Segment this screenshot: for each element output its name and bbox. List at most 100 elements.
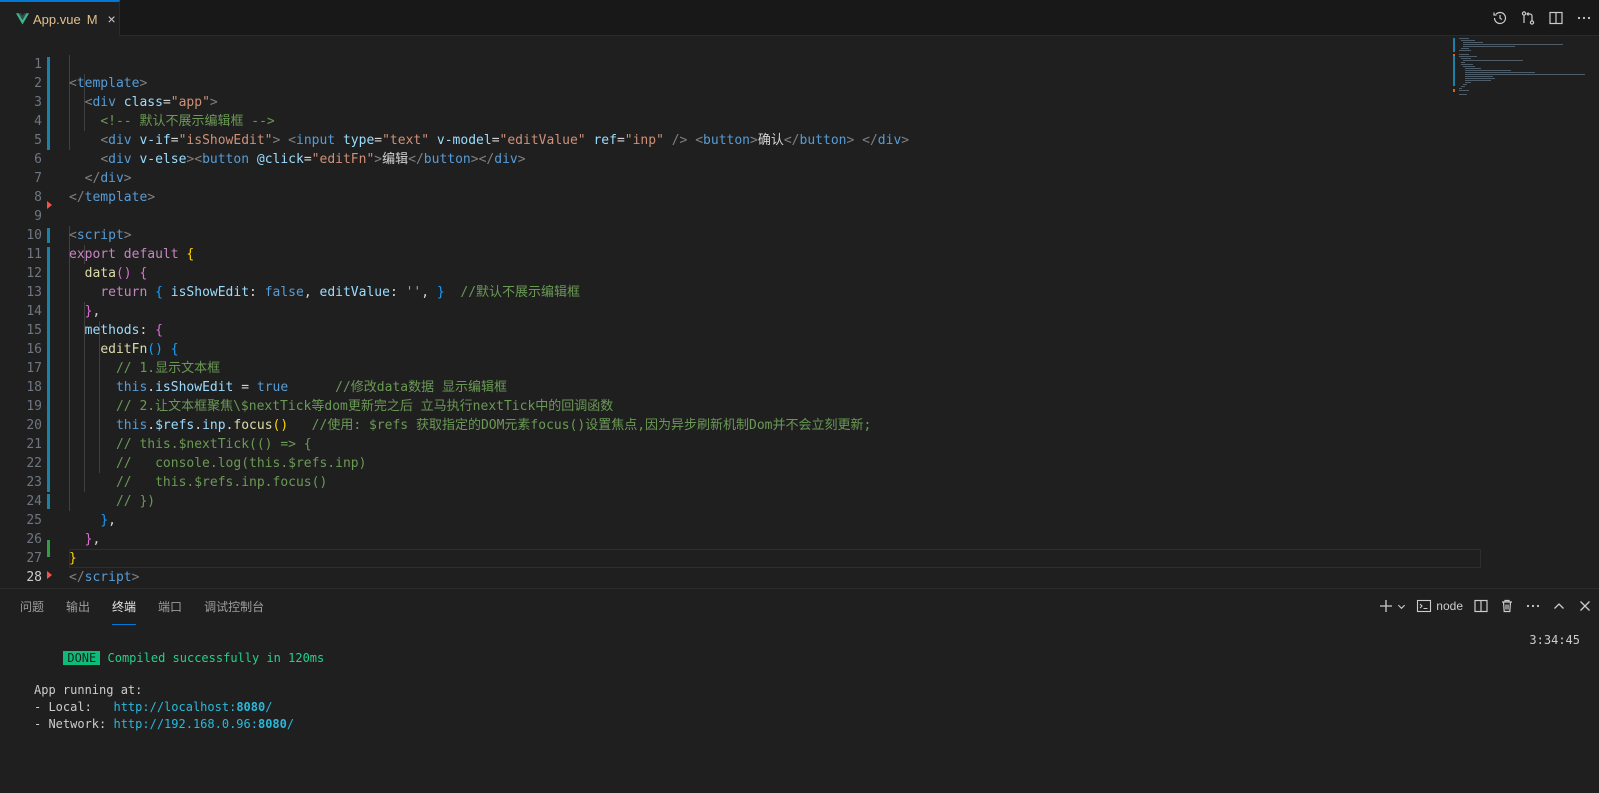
tab-terminal[interactable]: 终端	[112, 589, 137, 625]
minimap-line	[1463, 44, 1563, 45]
more-actions-icon[interactable]	[1525, 598, 1541, 614]
url-prefix: http://192.168.0.96:	[113, 717, 258, 731]
code-line: 11 data() {	[0, 226, 1480, 281]
minimap-line	[1463, 84, 1467, 85]
minimap-line	[1459, 88, 1462, 89]
vue-file-icon	[16, 13, 29, 25]
code-line: 25 },	[0, 492, 1480, 547]
tab-close-button[interactable]: ×	[108, 11, 116, 27]
maximize-panel-chevron-up-icon[interactable]	[1551, 598, 1567, 614]
minimap-line	[1459, 94, 1467, 95]
tab-problems[interactable]: 问题	[20, 589, 44, 625]
code-line: 7 </template>	[0, 150, 1480, 205]
terminal-line: DONE Compiled successfully in 120ms	[20, 631, 324, 665]
minimap-line	[1459, 56, 1477, 57]
split-terminal-icon[interactable]	[1473, 598, 1489, 614]
code-line: 29 <style>	[0, 568, 1480, 587]
minimap-line	[1461, 58, 1471, 59]
code-line: 5 <div v-else><button @click="editFn">编辑…	[0, 112, 1480, 167]
minimap-change-marker	[1453, 38, 1455, 52]
code-line: 3 <!-- 默认不展示编辑框 -->	[0, 74, 1480, 129]
open-changes-icon[interactable]	[1519, 9, 1537, 27]
url-port: 8080	[236, 700, 266, 714]
new-terminal-plus-icon[interactable]	[1378, 598, 1394, 614]
minimap-line	[1463, 42, 1483, 43]
code-line: 12 return { isShowEdit: false, editValue…	[0, 245, 1480, 300]
local-url-link[interactable]: http://localhost:8080/	[113, 700, 272, 714]
code-line: 10 export default {	[0, 207, 1480, 262]
tab-ports[interactable]: 端口	[158, 589, 182, 625]
timeline-history-icon[interactable]	[1491, 9, 1509, 27]
url-suffix: /	[265, 700, 273, 714]
current-line-highlight	[69, 549, 1481, 568]
minimap-change-marker	[1453, 89, 1455, 92]
code-line: 8	[0, 169, 1480, 205]
code-line: 17 this.isShowEdit = true //修改data数据 显示编…	[0, 340, 1480, 395]
minimap[interactable]	[1453, 36, 1599, 588]
code-line: 4 <div v-if="isShowEdit"> <input type="t…	[0, 93, 1480, 148]
code-line: 22 // this.$refs.inp.focus()	[0, 435, 1480, 490]
code-line-current: 28	[0, 549, 1481, 585]
code-line: 16 // 1.显示文本框	[0, 321, 1480, 376]
code-line: 26 }	[0, 511, 1480, 566]
tab-modified-indicator: M	[86, 11, 98, 27]
panel-actions: node	[1378, 598, 1593, 614]
terminal-line: - Network: http://192.168.0.96:8080/	[34, 715, 294, 733]
terminal-shell-label[interactable]: node	[1436, 599, 1463, 613]
code-line: 15 editFn() {	[0, 302, 1480, 357]
code-editor[interactable]: 1 <template> 2 <div class="app"> 3 <!-- …	[0, 36, 1599, 588]
minimap-line	[1461, 48, 1469, 49]
minimap-line	[1465, 68, 1481, 69]
minimap-line	[1463, 66, 1475, 67]
minimap-line	[1461, 62, 1465, 63]
code-line: 21 // console.log(this.$refs.inp)	[0, 416, 1480, 471]
bottom-panel: 问题 输出 终端 端口 调试控制台 node DONE Compiled suc…	[0, 588, 1599, 793]
chevron-down-icon[interactable]	[1396, 598, 1406, 614]
editor-tab-bar: App.vue M ×	[0, 0, 1599, 36]
url-suffix: /	[286, 717, 295, 731]
tab-app-vue[interactable]: App.vue M ×	[0, 0, 120, 36]
minimap-line	[1465, 78, 1495, 79]
minimap-line	[1463, 46, 1515, 47]
code-line: 24 },	[0, 473, 1480, 528]
minimap-line	[1465, 72, 1535, 73]
split-editor-icon[interactable]	[1547, 9, 1565, 27]
minimap-line	[1461, 40, 1475, 41]
minimap-line	[1461, 86, 1465, 87]
local-label: - Local:	[34, 700, 114, 714]
done-badge: DONE	[63, 651, 101, 665]
panel-tabs: 问题 输出 终端 端口 调试控制台	[20, 589, 264, 625]
terminal-icon	[1416, 598, 1432, 614]
tab-output[interactable]: 输出	[66, 589, 90, 625]
code-line: 20 // this.$nextTick(() => {	[0, 397, 1480, 452]
more-actions-icon[interactable]	[1575, 9, 1593, 27]
code-line: 9 <script>	[0, 188, 1480, 243]
minimap-line	[1461, 64, 1473, 65]
minimap-line	[1459, 38, 1469, 39]
code-line: 1 <template>	[0, 36, 1480, 91]
close-panel-icon[interactable]	[1577, 598, 1593, 614]
terminal-timestamp: 3:34:45	[1529, 633, 1580, 647]
code-line: 2 <div class="app">	[0, 55, 1480, 110]
minimap-line	[1465, 70, 1511, 71]
minimap-line	[1463, 60, 1523, 61]
code-line: 18 // 2.让文本框聚焦\$nextTick等dom更新完之后 立马执行ne…	[0, 359, 1480, 414]
editor-actions	[1491, 9, 1593, 27]
minimap-line	[1465, 80, 1491, 81]
url-prefix: http://localhost:	[113, 700, 237, 714]
network-label: - Network:	[34, 717, 114, 731]
code-line: 27 </script>	[0, 530, 1480, 585]
code-line: 14 methods: {	[0, 283, 1480, 338]
tab-debug-console[interactable]: 调试控制台	[204, 589, 264, 625]
network-url-link[interactable]: http://192.168.0.96:8080/	[113, 717, 294, 731]
code-line: 23 // })	[0, 454, 1480, 509]
compiled-message: Compiled successfully in 120ms	[107, 651, 325, 665]
minimap-line	[1459, 50, 1471, 51]
tab-filename: App.vue	[33, 11, 81, 27]
minimap-line	[1459, 54, 1469, 55]
terminal-line: App running at:	[34, 683, 143, 697]
trash-icon[interactable]	[1499, 598, 1515, 614]
minimap-line	[1465, 76, 1493, 77]
url-port: 8080	[257, 717, 287, 731]
minimap-change-marker	[1453, 56, 1455, 86]
